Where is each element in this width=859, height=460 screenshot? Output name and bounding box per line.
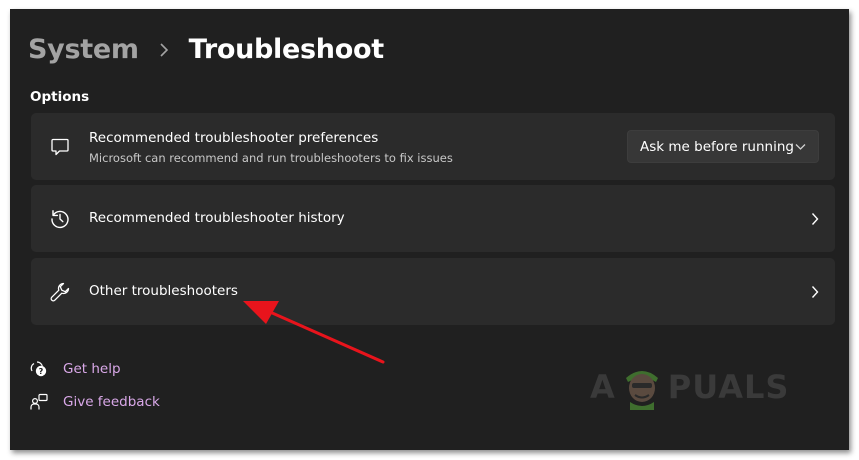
card-title: Recommended troubleshooter preferences bbox=[89, 130, 379, 146]
feedback-icon bbox=[30, 393, 48, 411]
breadcrumb-system[interactable]: System bbox=[28, 34, 139, 65]
give-feedback-link[interactable]: Give feedback bbox=[30, 393, 160, 411]
give-feedback-label: Give feedback bbox=[63, 394, 160, 410]
mascot-logo-icon bbox=[625, 371, 658, 410]
section-label-options: Options bbox=[30, 89, 90, 105]
wrench-icon bbox=[49, 281, 71, 303]
card-title: Recommended troubleshooter history bbox=[89, 210, 345, 226]
card-other-troubleshooters[interactable]: Other troubleshooters bbox=[31, 258, 835, 325]
chevron-right-icon bbox=[811, 212, 819, 225]
card-troubleshooter-history[interactable]: Recommended troubleshooter history bbox=[31, 185, 835, 252]
dropdown-selected-value: Ask me before running bbox=[640, 138, 794, 155]
watermark-letters-puals: PUALS bbox=[667, 368, 790, 406]
troubleshooter-preference-dropdown[interactable]: Ask me before running bbox=[627, 130, 819, 163]
get-help-label: Get help bbox=[63, 361, 121, 377]
page-title: Troubleshoot bbox=[188, 34, 384, 65]
breadcrumb: System Troubleshoot bbox=[28, 34, 384, 65]
watermark-letter-a: A bbox=[590, 368, 616, 406]
chevron-right-icon bbox=[159, 42, 169, 57]
help-chat-icon: ? bbox=[30, 360, 48, 378]
history-icon bbox=[49, 208, 71, 230]
card-title: Other troubleshooters bbox=[89, 283, 238, 299]
appuals-watermark: A PUALS bbox=[590, 364, 789, 410]
get-help-link[interactable]: ? Get help bbox=[30, 360, 121, 378]
settings-window: System Troubleshoot Options Recommended … bbox=[10, 9, 849, 450]
chevron-down-icon bbox=[795, 143, 806, 150]
card-troubleshooter-preferences: Recommended troubleshooter preferences M… bbox=[31, 113, 835, 180]
svg-text:?: ? bbox=[39, 367, 44, 376]
chat-bubble-icon bbox=[49, 136, 71, 158]
chevron-right-icon bbox=[811, 285, 819, 298]
card-subtitle: Microsoft can recommend and run troubles… bbox=[89, 151, 453, 165]
